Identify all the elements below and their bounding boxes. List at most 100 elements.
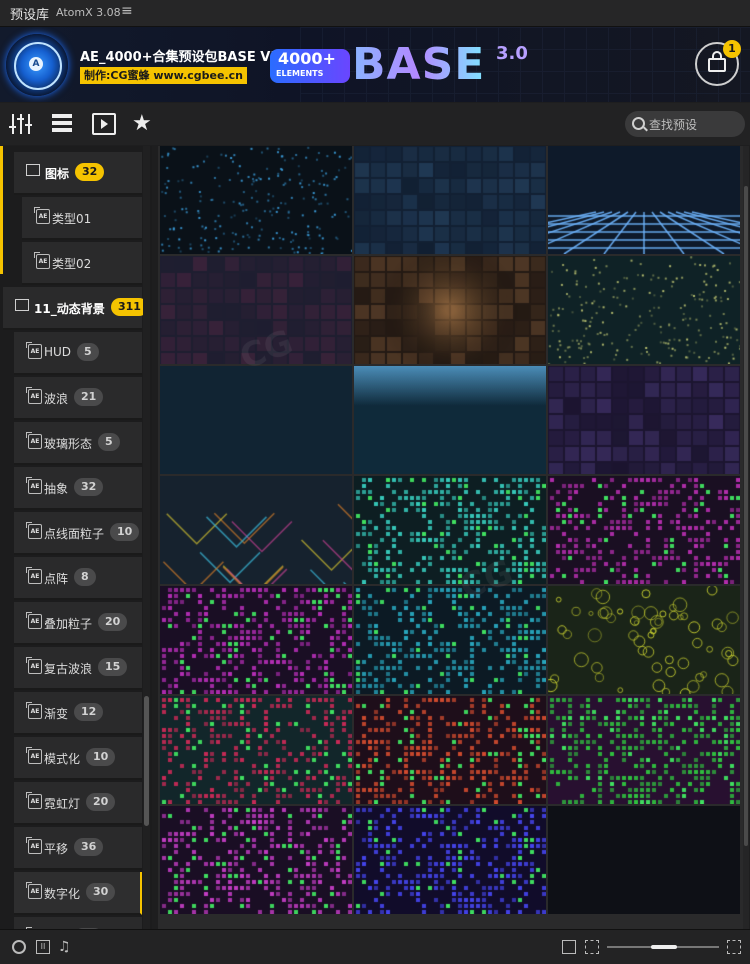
- preset-thumbnail-brown-glow-squares[interactable]: [354, 256, 546, 364]
- sidebar-item[interactable]: AE HUD 5: [14, 332, 142, 375]
- preset-thumbnail-yellow-green-bokeh[interactable]: [548, 586, 740, 694]
- preset-thumbnail-blue-dots-dark[interactable]: [160, 146, 352, 254]
- sidebar-scrollbar[interactable]: [143, 146, 150, 929]
- sidebar-item-label: 模式化: [44, 752, 81, 766]
- grid-scrollbar[interactable]: [743, 146, 749, 929]
- library-title: 预设库: [10, 8, 50, 23]
- sidebar-item[interactable]: 图标 32: [14, 152, 142, 195]
- hamburger-icon[interactable]: ≡: [121, 3, 133, 19]
- sidebar-item[interactable]: AE 复古波浪 15: [14, 647, 142, 690]
- ae-file-icon: AE: [34, 252, 50, 269]
- base-logo-text: BASE: [352, 39, 486, 90]
- preset-thumbnail-purple-sparkle-pixels[interactable]: [160, 806, 352, 914]
- pause-icon[interactable]: II: [36, 940, 50, 954]
- preset-thumbnail-cyan-dot-matrix[interactable]: [354, 476, 546, 584]
- folder-icon: [15, 299, 29, 311]
- slider-knob[interactable]: [651, 945, 677, 949]
- promo-banner[interactable]: A AE_4000+合集预设包BASE V3 制作:CG蜜蜂 www.cgbee…: [0, 27, 750, 102]
- sidebar-item-label: 数字化: [44, 887, 81, 901]
- preset-thumbnail-purple-squares[interactable]: [548, 366, 740, 474]
- fit-icon[interactable]: [585, 940, 599, 954]
- sidebar-item[interactable]: AE 点阵 8: [14, 557, 142, 600]
- sidebar-item[interactable]: AE 抽象 32: [14, 467, 142, 510]
- music-note-icon[interactable]: ♫: [58, 940, 72, 954]
- ae-file-icon: AE: [26, 522, 42, 539]
- sidebar-item[interactable]: AE 渐变 12: [14, 692, 142, 735]
- ae-file-icon: AE: [26, 387, 42, 404]
- preset-thumbnail-blue-purple-dots[interactable]: [354, 806, 546, 914]
- pack-title: AE_4000+合集预设包BASE V3: [80, 50, 280, 65]
- preset-thumbnail-dark-lines[interactable]: [548, 806, 740, 914]
- preset-thumbnail-magenta-dot-matrix[interactable]: [548, 476, 740, 584]
- ae-file-icon: AE: [26, 657, 42, 674]
- thumbnail-size-slider[interactable]: [607, 945, 719, 949]
- sidebar-item[interactable]: AE 叠加粒子 20: [14, 602, 142, 645]
- preset-thumbnail-grid: [158, 146, 748, 929]
- ae-file-icon: AE: [26, 567, 42, 584]
- ae-file-icon: AE: [26, 342, 42, 359]
- sidebar-item-label: 图标: [45, 167, 70, 181]
- sidebar-item[interactable]: AE 波浪 21: [14, 377, 142, 420]
- sidebar-item[interactable]: AE 类型01: [22, 197, 142, 240]
- list-view-icon[interactable]: [50, 113, 74, 135]
- preset-thumbnail-blue-floor-grid[interactable]: [548, 146, 740, 254]
- item-count-badge: 20: [98, 613, 128, 631]
- favorites-star-icon[interactable]: ★: [132, 113, 156, 135]
- base-version: 3.0: [496, 43, 528, 64]
- preset-thumbnail-green-magenta-pixels[interactable]: [548, 696, 740, 804]
- sidebar-item-label: 霓虹灯: [44, 797, 81, 811]
- elements-word: ELEMENTS: [276, 69, 324, 78]
- preset-thumbnail-magenta-green-pixels[interactable]: [160, 586, 352, 694]
- title-bar: 预设库 AtomX 3.08 ≡: [0, 0, 750, 27]
- preset-thumbnail-neon-diagonal-lines[interactable]: [160, 476, 352, 584]
- cart-count-badge: 1: [723, 40, 741, 58]
- ae-file-icon: AE: [26, 702, 42, 719]
- sidebar-item[interactable]: AE 数字化 30: [14, 872, 142, 915]
- crosshair-icon[interactable]: [12, 940, 26, 954]
- sidebar-item-label: 11_动态背景: [34, 302, 105, 316]
- sidebar-item[interactable]: AE 霓虹灯 20: [14, 782, 142, 825]
- item-count-badge: 30: [86, 883, 116, 901]
- sidebar-item[interactable]: AE 玻璃形态 5: [14, 422, 142, 465]
- search-input[interactable]: [647, 114, 743, 136]
- sidebar-item[interactable]: AE……21: [14, 917, 142, 929]
- sidebar-item-label: 点阵: [44, 572, 69, 586]
- item-count-badge: 10: [110, 523, 140, 541]
- item-count-badge: 5: [98, 433, 120, 451]
- sidebar-item-label: 抽象: [44, 482, 69, 496]
- search-box[interactable]: [625, 111, 745, 137]
- shrink-icon[interactable]: [562, 940, 576, 954]
- elements-number: 4000+: [278, 49, 336, 68]
- expand-icon[interactable]: [727, 940, 741, 954]
- item-count-badge: 32: [75, 163, 105, 181]
- preset-thumbnail-teal-red-pixels[interactable]: [160, 696, 352, 804]
- ae-file-icon: AE: [34, 207, 50, 224]
- sliders-icon[interactable]: [9, 113, 33, 135]
- sidebar-item[interactable]: AE 模式化 10: [14, 737, 142, 780]
- preset-thumbnail-cyan-dark-pixels[interactable]: [354, 586, 546, 694]
- sidebar-item[interactable]: AE 点线面粒子 10: [14, 512, 142, 555]
- preset-thumbnail-red-purple-dots[interactable]: [354, 696, 546, 804]
- sidebar-item[interactable]: AE 类型02: [22, 242, 142, 285]
- item-count-badge: 5: [77, 343, 99, 361]
- search-icon: [632, 117, 645, 130]
- preset-thumbnail-blue-horizon-glow[interactable]: [354, 366, 546, 474]
- preset-thumbnail-dark-teal-gradient[interactable]: [160, 366, 352, 474]
- expanded-category-indicator: [0, 146, 3, 274]
- sidebar-item[interactable]: 11_动态背景 311: [3, 287, 148, 330]
- sidebar-item-label: 波浪: [44, 392, 69, 406]
- sidebar-item-label: HUD: [44, 345, 72, 359]
- preview-play-icon[interactable]: [92, 113, 116, 135]
- category-sidebar: 图标 32 AE 类型01 AE 类型02 11_动态背景 311 AE HUD 5 AE 波浪 21 AE…: [0, 146, 152, 929]
- sidebar-item[interactable]: AE 平移 36: [14, 827, 142, 870]
- folder-icon: [26, 164, 40, 176]
- preset-thumbnail-blue-squares-grid[interactable]: [354, 146, 546, 254]
- preset-thumbnail-red-blue-squares[interactable]: [160, 256, 352, 364]
- item-count-badge: 8: [74, 568, 96, 586]
- preset-thumbnail-teal-bokeh-dust[interactable]: [548, 256, 740, 364]
- item-count-badge: 10: [86, 748, 116, 766]
- sidebar-item-label: 叠加粒子: [44, 617, 93, 631]
- maker-label: 制作:CG蜜蜂 www.cgbee.cn: [80, 67, 248, 84]
- app-version: AtomX 3.08: [56, 6, 121, 19]
- sidebar-item-label: 类型02: [52, 257, 92, 271]
